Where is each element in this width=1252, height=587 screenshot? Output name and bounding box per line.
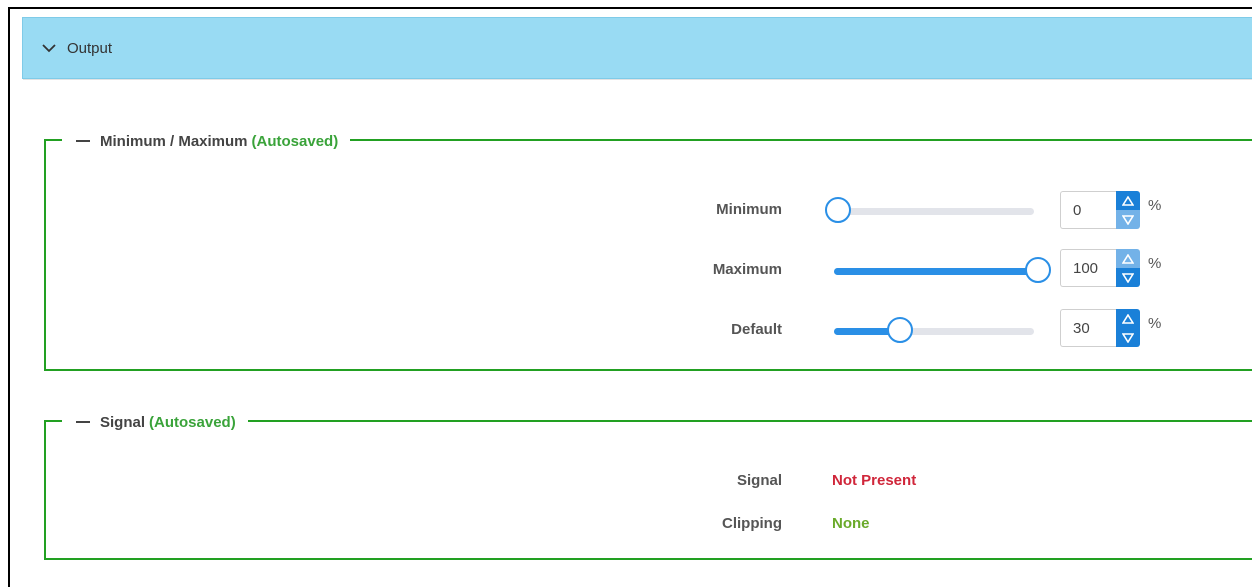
autosaved-badge: (Autosaved) [251,132,339,150]
collapse-minus-icon[interactable] [76,140,90,142]
minmax-group-title: Minimum / Maximum [100,132,248,150]
slider-thumb[interactable] [825,197,851,223]
maximum-slider[interactable] [834,257,1064,283]
slider-track [834,208,1034,215]
decrement-button[interactable] [1116,328,1140,347]
header-divider [23,79,1252,80]
signal-group-title: Signal [100,413,146,431]
minimum-slider[interactable] [825,197,1064,223]
collapse-minus-icon[interactable] [76,421,90,423]
autosaved-badge: (Autosaved) [149,413,236,431]
triangle-down-icon [1122,272,1134,283]
increment-button[interactable] [1116,249,1140,268]
default-label: Default [731,321,782,338]
slider-fill [834,268,1034,275]
default-input[interactable] [1060,309,1116,347]
decrement-button[interactable] [1116,210,1140,229]
percent-unit: % [1148,197,1162,214]
percent-unit: % [1148,315,1162,332]
minimum-label: Minimum [716,201,782,218]
panel-title: Output [67,39,113,57]
minmax-group: Minimum / Maximum (Autosaved) Minimum % … [44,131,1252,371]
signal-label: Signal [736,472,782,489]
default-spinner[interactable]: % [1060,309,1161,347]
percent-unit: % [1148,255,1162,272]
maximum-label: Maximum [712,261,782,278]
default-slider[interactable] [834,317,1064,343]
decrement-button[interactable] [1116,268,1140,287]
increment-button[interactable] [1116,191,1140,210]
minmax-group-legend: Minimum / Maximum (Autosaved) [62,131,351,151]
triangle-down-icon [1122,214,1134,225]
triangle-up-icon [1122,313,1134,324]
minimum-spinner[interactable]: % [1060,191,1161,229]
signal-status-value: Not Present [832,472,917,489]
slider-thumb[interactable] [1025,257,1051,283]
signal-group: Signal (Autosaved) Signal Not Present Cl… [44,412,1252,560]
maximum-spinner[interactable]: % [1060,249,1161,287]
clipping-status-value: None [832,515,870,532]
clipping-label: Clipping [722,515,782,532]
signal-group-legend: Signal (Autosaved) [62,412,248,432]
slider-thumb[interactable] [887,317,913,343]
minimum-input[interactable] [1060,191,1116,229]
triangle-up-icon [1122,253,1134,264]
triangle-down-icon [1122,332,1134,343]
output-panel-header[interactable]: Output [22,17,1252,80]
triangle-up-icon [1122,195,1134,206]
increment-button[interactable] [1116,309,1140,328]
chevron-down-icon [39,38,59,58]
maximum-input[interactable] [1060,249,1116,287]
